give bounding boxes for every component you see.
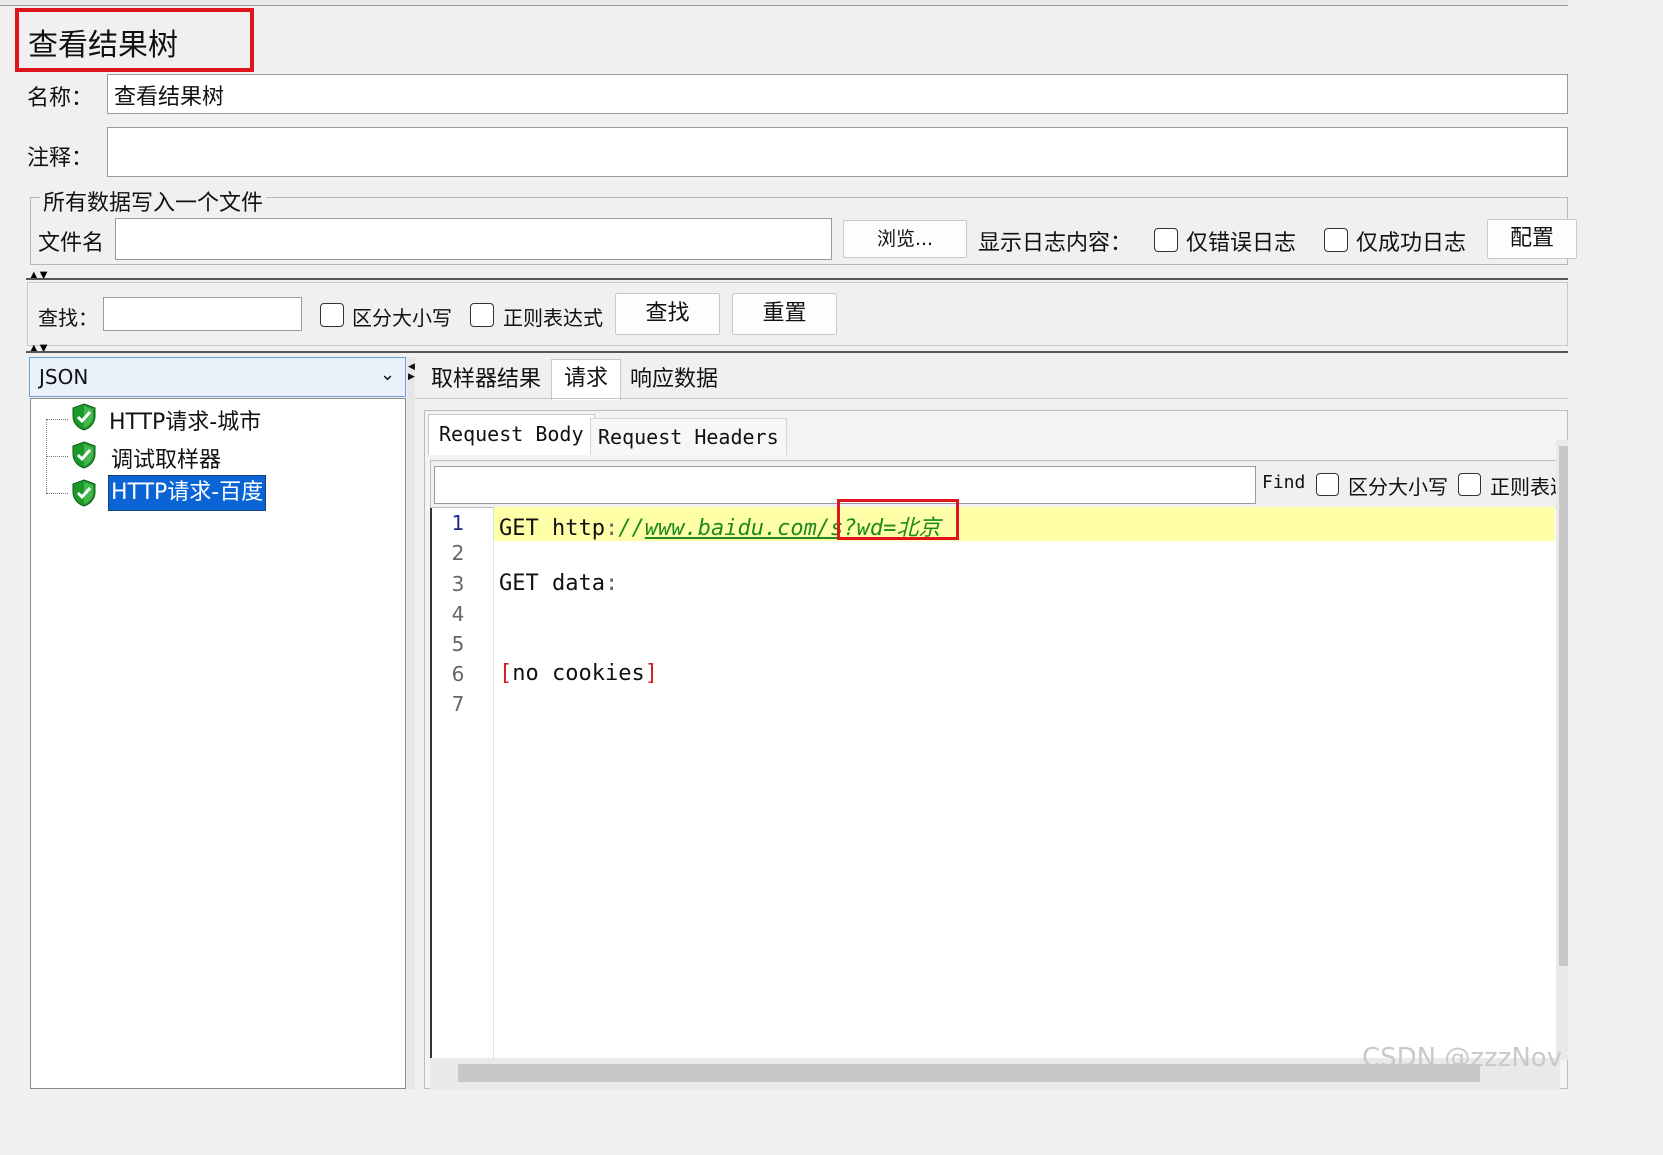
success-only-checkbox[interactable] bbox=[1324, 228, 1348, 252]
config-button[interactable]: 配置 bbox=[1487, 219, 1577, 259]
search-case-label: 区分大小写 bbox=[352, 306, 452, 330]
result-tree: HTTP请求-城市 调试取样器 HTTP请求-百度 bbox=[30, 398, 406, 1089]
line-number: 3 bbox=[451, 572, 465, 596]
window-top-edge bbox=[0, 0, 1568, 6]
search-case-checkbox[interactable] bbox=[320, 303, 344, 327]
search-label: 查找： bbox=[38, 306, 98, 330]
tree-item-label-selected[interactable]: HTTP请求-百度 bbox=[108, 475, 267, 511]
get-data-colon: : bbox=[604, 571, 619, 596]
url-host-path[interactable]: www.baidu.com/s bbox=[645, 516, 844, 541]
tree-connector bbox=[46, 456, 68, 457]
search-regex-label: 正则表达式 bbox=[503, 306, 603, 330]
bracket-open: [ bbox=[499, 661, 513, 686]
errors-only-checkbox[interactable] bbox=[1154, 228, 1178, 252]
reset-button[interactable]: 重置 bbox=[732, 293, 837, 335]
renderer-selected-value: JSON bbox=[39, 365, 89, 389]
tab-sampler-result[interactable]: 取样器结果 bbox=[425, 362, 547, 398]
tree-connector bbox=[46, 493, 68, 494]
green-shield-check-icon bbox=[72, 441, 96, 469]
filename-input[interactable] bbox=[115, 218, 832, 260]
line-number: 7 bbox=[451, 692, 465, 716]
get-data-text: GET data bbox=[499, 571, 605, 596]
editor-case-checkbox[interactable] bbox=[1316, 473, 1339, 496]
line-number: 1 bbox=[451, 511, 465, 535]
gutter-divider bbox=[493, 508, 494, 1058]
tab-request-body[interactable]: Request Body bbox=[428, 414, 595, 455]
errors-only-label: 仅错误日志 bbox=[1186, 231, 1297, 256]
success-only-label: 仅成功日志 bbox=[1356, 231, 1467, 256]
name-input[interactable]: 查看结果树 bbox=[107, 74, 1568, 114]
comment-input[interactable] bbox=[107, 127, 1568, 177]
file-output-legend: 所有数据写入一个文件 bbox=[40, 185, 267, 217]
search-regex-checkbox[interactable] bbox=[470, 303, 494, 327]
browse-button[interactable]: 浏览... bbox=[843, 220, 967, 258]
horizontal-scrollbar-thumb[interactable] bbox=[458, 1064, 1480, 1082]
tree-item[interactable] bbox=[71, 479, 97, 511]
tree-item[interactable] bbox=[71, 403, 97, 435]
vertical-scrollbar-thumb[interactable] bbox=[1559, 446, 1568, 966]
editor-case-label: 区分大小写 bbox=[1348, 475, 1448, 499]
filename-label: 文件名 bbox=[38, 231, 105, 256]
splitter-line[interactable] bbox=[26, 278, 1568, 280]
watermark: CSDN @zzzNov bbox=[1362, 1043, 1563, 1073]
http-method: GET bbox=[499, 516, 539, 541]
editor-regex-label: 正则表达 bbox=[1490, 475, 1556, 499]
url-scheme: http bbox=[552, 516, 605, 541]
tab-request[interactable]: 请求 bbox=[551, 359, 622, 400]
url-colon: : bbox=[604, 516, 619, 541]
query-highlight-box bbox=[837, 499, 959, 540]
tab-request-headers[interactable]: Request Headers bbox=[590, 418, 787, 455]
bracket-close: ] bbox=[644, 661, 658, 686]
tree-item-label[interactable]: 调试取样器 bbox=[111, 442, 221, 474]
tab-strip-border bbox=[415, 398, 1568, 399]
page-title: 查看结果树 bbox=[28, 28, 178, 63]
tree-connector bbox=[46, 419, 68, 420]
splitter-line[interactable] bbox=[26, 351, 1568, 353]
name-label: 名称： bbox=[27, 86, 94, 111]
log-content-label: 显示日志内容： bbox=[978, 231, 1133, 256]
tab-response-data[interactable]: 响应数据 bbox=[624, 362, 724, 398]
editor-find-label: Find bbox=[1262, 472, 1306, 493]
editor-regex-checkbox[interactable] bbox=[1458, 473, 1481, 496]
chevron-down-icon: ⌄ bbox=[380, 364, 396, 385]
line-number: 5 bbox=[451, 632, 465, 656]
code-line-6: [no cookies] bbox=[499, 661, 658, 686]
green-shield-check-icon bbox=[72, 403, 96, 431]
url-slashes: // bbox=[618, 516, 645, 541]
line-number: 6 bbox=[451, 662, 465, 686]
line-number: 2 bbox=[451, 541, 465, 565]
line-number: 4 bbox=[451, 602, 465, 626]
green-shield-check-icon bbox=[72, 479, 96, 507]
splitter-arrows-icon[interactable]: ◀ ▶ bbox=[408, 362, 415, 382]
tree-item[interactable] bbox=[71, 441, 97, 473]
renderer-select[interactable]: JSON ⌄ bbox=[29, 357, 406, 397]
find-button[interactable]: 查找 bbox=[615, 293, 720, 335]
tree-item-label[interactable]: HTTP请求-城市 bbox=[109, 404, 261, 436]
comment-label: 注释： bbox=[27, 146, 94, 171]
code-line-3: GET data: bbox=[499, 571, 618, 596]
vertical-splitter[interactable] bbox=[407, 357, 415, 1089]
no-cookies-text: no cookies bbox=[512, 661, 645, 686]
search-input[interactable] bbox=[103, 297, 302, 331]
